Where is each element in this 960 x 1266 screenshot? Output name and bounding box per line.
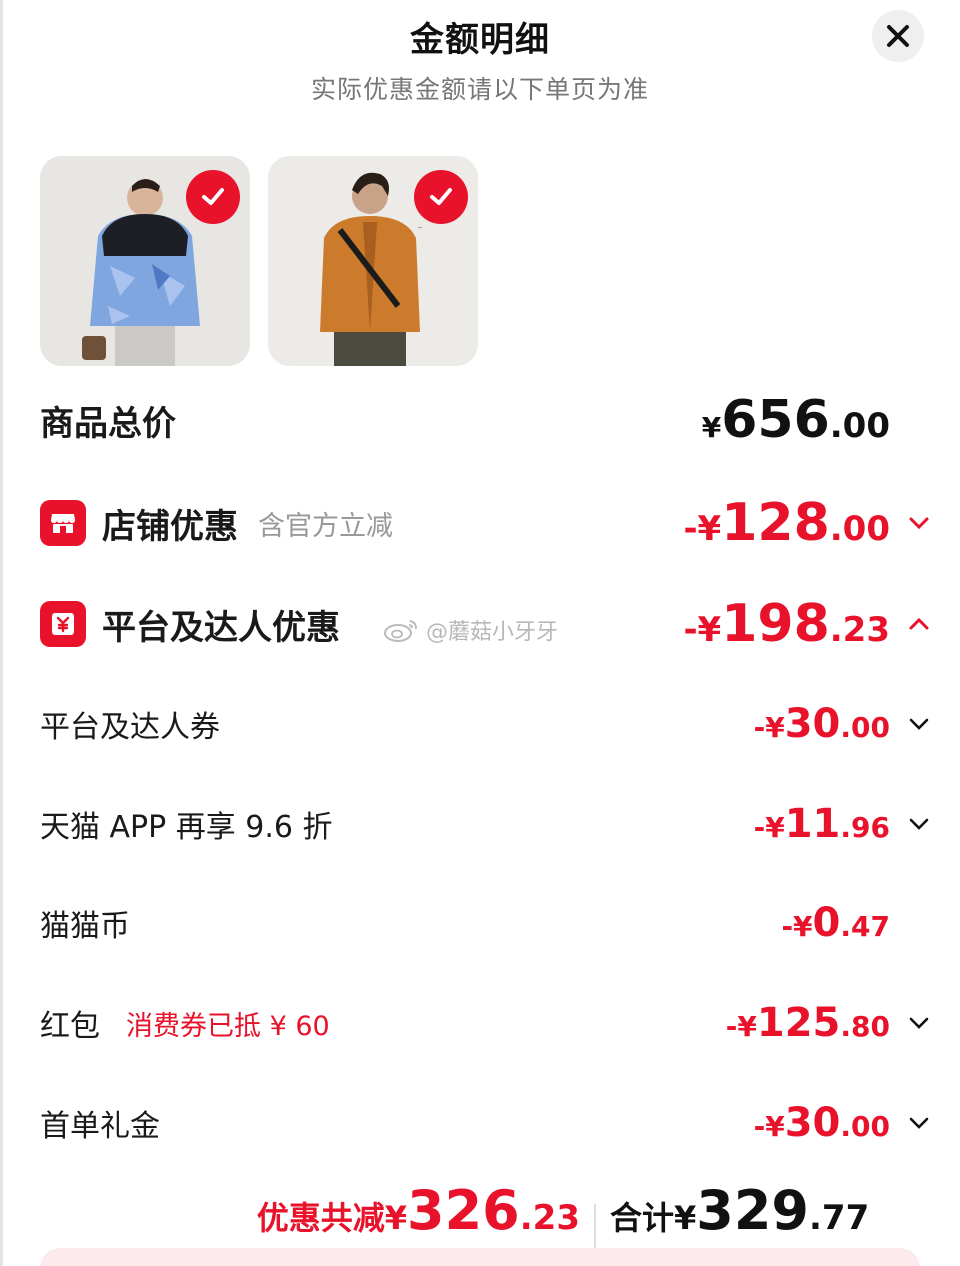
currency-symbol: -¥ (753, 711, 785, 744)
amount-decimal: .00 (840, 711, 890, 744)
product-thumbnail-orange-jacket[interactable]: _ (268, 156, 478, 366)
sub-item-row[interactable]: 首单礼金 -¥ 30 .00 (40, 1093, 930, 1153)
sub-item-label: 首单礼金 (40, 1109, 160, 1144)
currency-symbol: -¥ (725, 1010, 757, 1043)
sub-item-row: 猫猫币 -¥ 0 .47 (40, 893, 930, 953)
total-price-row: 商品总价 ¥ 656 .00 (40, 390, 930, 450)
platform-discount-amount: -¥ 198 .23 (683, 594, 890, 654)
amount-integer: 656 (721, 390, 830, 450)
chevron-down-icon[interactable] (890, 817, 930, 831)
sub-item-row[interactable]: 红包 消费券已抵 ¥ 60 -¥ 125 .80 (40, 993, 930, 1053)
currency-symbol: -¥ (753, 811, 785, 844)
currency-symbol: -¥ (753, 1110, 785, 1143)
amount-decimal: .23 (829, 610, 890, 650)
sub-item-row[interactable]: 平台及达人券 -¥ 30 .00 (40, 694, 930, 754)
grand-total-integer: 329 (696, 1179, 810, 1242)
sub-item-amount: -¥ 30 .00 (754, 1100, 890, 1146)
chevron-down-icon[interactable] (890, 717, 930, 731)
sub-item-amount: -¥ 0 .47 (781, 900, 890, 946)
chevron-down-icon[interactable] (890, 1116, 930, 1130)
platform-discount-label: 平台及达人优惠 (102, 607, 340, 648)
sub-item-label: 猫猫币 (40, 909, 130, 944)
total-discount-label: 优惠共减¥ (256, 1199, 408, 1237)
sub-item-label: 天猫 APP 再享 9.6 折 (40, 810, 333, 845)
amount-integer: 198 (721, 594, 830, 654)
total-discount: 优惠共减¥ 326 .23 (257, 1179, 580, 1242)
amount-decimal: .00 (840, 1110, 890, 1143)
store-discount-note: 含官方立减 (258, 510, 393, 542)
total-price-label: 商品总价 (40, 403, 176, 444)
chevron-down-icon[interactable] (890, 516, 930, 530)
selected-check (414, 170, 468, 224)
amount-integer: 128 (721, 493, 830, 553)
sub-item-label: 红包 (40, 1009, 100, 1044)
amount-decimal: .80 (840, 1010, 890, 1043)
currency-symbol: -¥ (683, 610, 722, 650)
chevron-down-icon[interactable] (890, 1016, 930, 1030)
amount-integer: 125 (756, 1000, 841, 1046)
store-icon (40, 500, 86, 546)
total-discount-integer: 326 (407, 1179, 520, 1242)
sub-item-amount: -¥ 11 .96 (754, 801, 890, 847)
amount-integer: 11 (784, 801, 841, 847)
amount-decimal: .00 (829, 406, 890, 446)
sheet-edge (0, 0, 3, 1266)
amount-integer: 0 (812, 900, 841, 946)
bottom-action-bar[interactable] (40, 1248, 920, 1266)
store-discount-label: 店铺优惠 (102, 506, 238, 547)
amount-decimal: .00 (829, 509, 890, 549)
total-price-amount: ¥ 656 .00 (702, 390, 890, 450)
close-icon (887, 25, 909, 47)
watermark-text: @蘑菇小牙牙 (426, 620, 559, 645)
grand-total-label: 合计¥ (610, 1199, 697, 1237)
amount-decimal: .47 (840, 910, 890, 943)
currency-symbol: -¥ (781, 910, 813, 943)
store-discount-row[interactable]: 店铺优惠 含官方立减 -¥ 128 .00 (40, 493, 930, 553)
divider (594, 1204, 596, 1248)
summary-footer: 优惠共减¥ 326 .23 合计¥ 329 .77 (0, 1179, 960, 1256)
checkmark-icon (430, 188, 452, 205)
store-discount-amount: -¥ 128 .00 (683, 493, 890, 553)
amount-integer: 30 (784, 701, 841, 747)
amount-detail-sheet: 金额明细 实际优惠金额请以下单页为准 _ 商品总价 ¥ 656 .00 店铺优惠… (0, 0, 960, 1266)
selected-check (186, 170, 240, 224)
watermark: @蘑菇小牙牙 (382, 614, 558, 646)
product-thumbnail-kid-jacket[interactable] (40, 156, 250, 366)
amount-decimal: .96 (840, 811, 890, 844)
currency-symbol: ¥ (701, 411, 722, 444)
chevron-up-icon[interactable] (890, 617, 930, 631)
sub-item-amount: -¥ 30 .00 (754, 701, 890, 747)
product-thumbnails: _ (40, 156, 478, 366)
currency-symbol: -¥ (683, 509, 722, 549)
sheet-subtitle: 实际优惠金额请以下单页为准 (310, 75, 649, 104)
coupon-icon (40, 601, 86, 647)
grand-total-decimal: .77 (809, 1198, 870, 1238)
sub-item-row[interactable]: 天猫 APP 再享 9.6 折 -¥ 11 .96 (40, 794, 930, 854)
total-discount-decimal: .23 (519, 1198, 580, 1238)
checkmark-icon (202, 188, 224, 205)
sub-item-label: 平台及达人券 (40, 710, 220, 745)
sheet-title: 金额明细 (410, 20, 550, 60)
sub-item-note: 消费券已抵 ¥ 60 (126, 1010, 330, 1042)
close-button[interactable] (872, 10, 924, 62)
amount-integer: 30 (784, 1100, 841, 1146)
weibo-logo-icon (384, 620, 417, 642)
sub-item-amount: -¥ 125 .80 (726, 1000, 890, 1046)
grand-total: 合计¥ 329 .77 (610, 1179, 869, 1242)
